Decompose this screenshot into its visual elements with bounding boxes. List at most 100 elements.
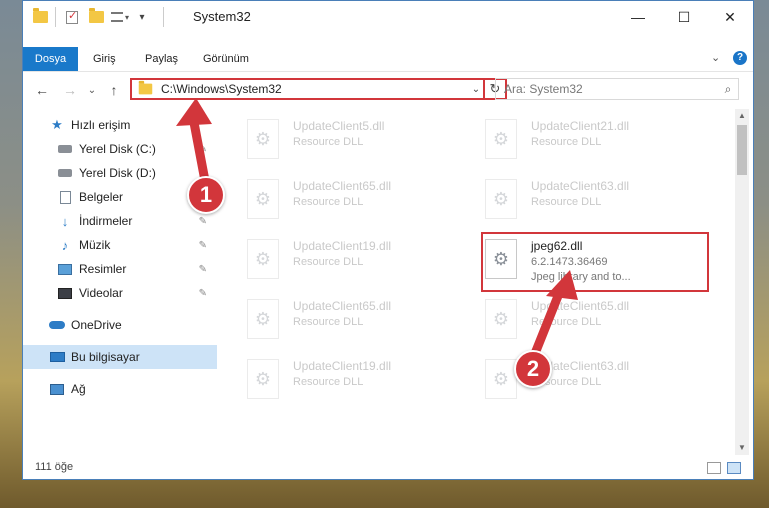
navigation-pane: ★ Hızlı erişim Yerel Disk (C:) ✎ Yerel D… (23, 109, 219, 455)
tab-view[interactable]: Görünüm (193, 47, 259, 71)
tab-file[interactable]: Dosya (23, 47, 78, 71)
item-count: 111 öğe (35, 461, 74, 473)
network-icon (49, 382, 65, 396)
ribbon-tabs: Dosya Giriş Paylaş Görünüm ⌄ ? (23, 47, 753, 72)
file-item[interactable]: ⚙ UpdateClient65.dll Resource DLL (231, 173, 461, 227)
file-name: UpdateClient5.dll (293, 119, 385, 133)
tab-home[interactable]: Giriş (83, 47, 126, 71)
minimize-button[interactable]: — (615, 1, 661, 33)
ribbon-expand-icon[interactable]: ⌄ (711, 51, 720, 64)
file-name: UpdateClient65.dll (293, 179, 392, 193)
step-2-badge: 2 (514, 350, 552, 388)
file-item[interactable]: ⚙ UpdateClient5.dll Resource DLL (231, 113, 461, 167)
sidebar-item-music[interactable]: ♪ Müzik ✎ (23, 233, 217, 257)
sidebar-item-label: Belgeler (79, 190, 124, 204)
music-icon: ♪ (61, 237, 69, 253)
search-input[interactable]: Ara: System32 ⌕ (495, 78, 739, 100)
folder-icon (138, 80, 153, 95)
title-bar: ✓ ▾ ▾ System32 — ☐ ✕ (23, 1, 753, 33)
dll-file-icon: ⚙ (485, 179, 517, 219)
disk-icon (57, 142, 73, 156)
sidebar-item-onedrive[interactable]: OneDrive (23, 313, 217, 337)
file-type: Resource DLL (531, 136, 602, 148)
folder-icon[interactable] (31, 8, 49, 25)
quick-access-toolbar-dropdown-icon[interactable]: ▾ (135, 9, 149, 25)
pictures-icon (57, 262, 73, 276)
pin-icon[interactable]: ✎ (199, 216, 207, 227)
file-name: UpdateClient65.dll (531, 299, 630, 313)
sidebar-item-label: Resimler (79, 262, 127, 276)
file-type: Resource DLL (531, 196, 602, 208)
file-type: Resource DLL (293, 316, 364, 328)
download-icon: ↓ (61, 213, 69, 229)
file-item[interactable]: ⚙ UpdateClient65.dll Resource DLL (231, 293, 461, 347)
sidebar-item-label: Yerel Disk (C:) (79, 142, 156, 156)
recent-locations-button[interactable]: ⌄ (81, 79, 103, 101)
document-icon (57, 190, 73, 204)
sidebar-item-label: Müzik (79, 238, 111, 252)
tab-share[interactable]: Paylaş (135, 47, 188, 71)
pin-icon[interactable]: ✎ (199, 288, 207, 299)
sidebar-item-downloads[interactable]: ↓ İndirmeler ✎ (23, 209, 217, 233)
explorer-window: ✓ ▾ ▾ System32 — ☐ ✕ Dosya Giriş Paylaş … (22, 0, 754, 480)
sidebar-item-label: Videolar (79, 286, 123, 300)
help-icon[interactable]: ? (733, 51, 747, 65)
file-item[interactable]: ⚙ UpdateClient19.dll Resource DLL (231, 353, 461, 407)
file-item[interactable]: ⚙ UpdateClient63.dll Resource DLL (469, 173, 699, 227)
file-type: Resource DLL (293, 196, 364, 208)
cloud-icon (49, 318, 65, 332)
address-bar[interactable]: C:\Windows\System32 ⌄ (130, 78, 485, 100)
pin-icon[interactable]: ✎ (199, 264, 207, 275)
back-button[interactable]: ← (31, 79, 53, 101)
file-type: Resource DLL (293, 376, 364, 388)
sidebar-item-local-disk-d[interactable]: Yerel Disk (D:) ✎ (23, 161, 217, 185)
address-dropdown-icon[interactable]: ⌄ (469, 84, 483, 95)
close-button[interactable]: ✕ (707, 1, 753, 33)
customize-icon[interactable]: ▾ (109, 9, 131, 25)
file-item[interactable]: ⚙ UpdateClient21.dll Resource DLL (469, 113, 699, 167)
sidebar-item-label: Hızlı erişim (71, 118, 131, 132)
maximize-button[interactable]: ☐ (661, 1, 707, 33)
new-folder-icon[interactable] (87, 8, 105, 25)
computer-icon (49, 350, 65, 364)
file-item[interactable]: ⚙ UpdateClient65.dll Resource DLL (469, 293, 699, 347)
pin-icon[interactable]: ✎ (199, 144, 207, 155)
file-type: Resource DLL (531, 316, 602, 328)
dll-file-icon: ⚙ (485, 359, 517, 399)
pin-icon[interactable]: ✎ (199, 240, 207, 251)
file-type: Resource DLL (293, 136, 364, 148)
scroll-up-icon[interactable]: ▲ (735, 109, 749, 123)
sidebar-item-this-pc[interactable]: Bu bilgisayar (23, 345, 217, 369)
navigation-bar: ← → ⌄ ↑ C:\Windows\System32 ⌄ ↻ Ara: Sys… (23, 75, 753, 103)
divider (55, 7, 56, 27)
large-icons-view-icon[interactable] (727, 462, 741, 474)
file-name: UpdateClient63.dll (531, 179, 630, 193)
sidebar-item-local-disk-c[interactable]: Yerel Disk (C:) ✎ (23, 137, 217, 161)
search-icon: ⌕ (724, 81, 732, 96)
file-type: Resource DLL (293, 256, 364, 268)
file-name: UpdateClient65.dll (293, 299, 392, 313)
details-view-icon[interactable] (707, 462, 721, 474)
dll-file-icon: ⚙ (247, 179, 279, 219)
scroll-down-icon[interactable]: ▼ (735, 441, 749, 455)
dll-file-icon: ⚙ (247, 239, 279, 279)
sidebar-item-quick-access[interactable]: ★ Hızlı erişim (23, 113, 217, 137)
sidebar-item-videos[interactable]: Videolar ✎ (23, 281, 217, 305)
vertical-scrollbar[interactable]: ▲ ▼ (735, 109, 749, 455)
scroll-thumb[interactable] (737, 125, 747, 175)
step-1-badge: 1 (187, 176, 225, 214)
sidebar-item-label: Bu bilgisayar (71, 350, 140, 364)
dll-file-icon: ⚙ (247, 119, 279, 159)
status-bar: 111 öğe (23, 457, 753, 479)
file-name: UpdateClient19.dll (293, 359, 392, 373)
divider (163, 7, 164, 27)
forward-button[interactable]: → (59, 79, 81, 101)
file-item[interactable]: ⚙ UpdateClient63.dll Resource DLL (469, 353, 699, 407)
file-item[interactable]: ⚙ UpdateClient19.dll Resource DLL (231, 233, 461, 287)
address-path: C:\Windows\System32 (161, 82, 282, 96)
properties-icon[interactable]: ✓ (63, 9, 81, 25)
sidebar-item-network[interactable]: Ağ (23, 377, 217, 401)
up-button[interactable]: ↑ (103, 79, 125, 101)
videos-icon (57, 286, 73, 300)
sidebar-item-pictures[interactable]: Resimler ✎ (23, 257, 217, 281)
